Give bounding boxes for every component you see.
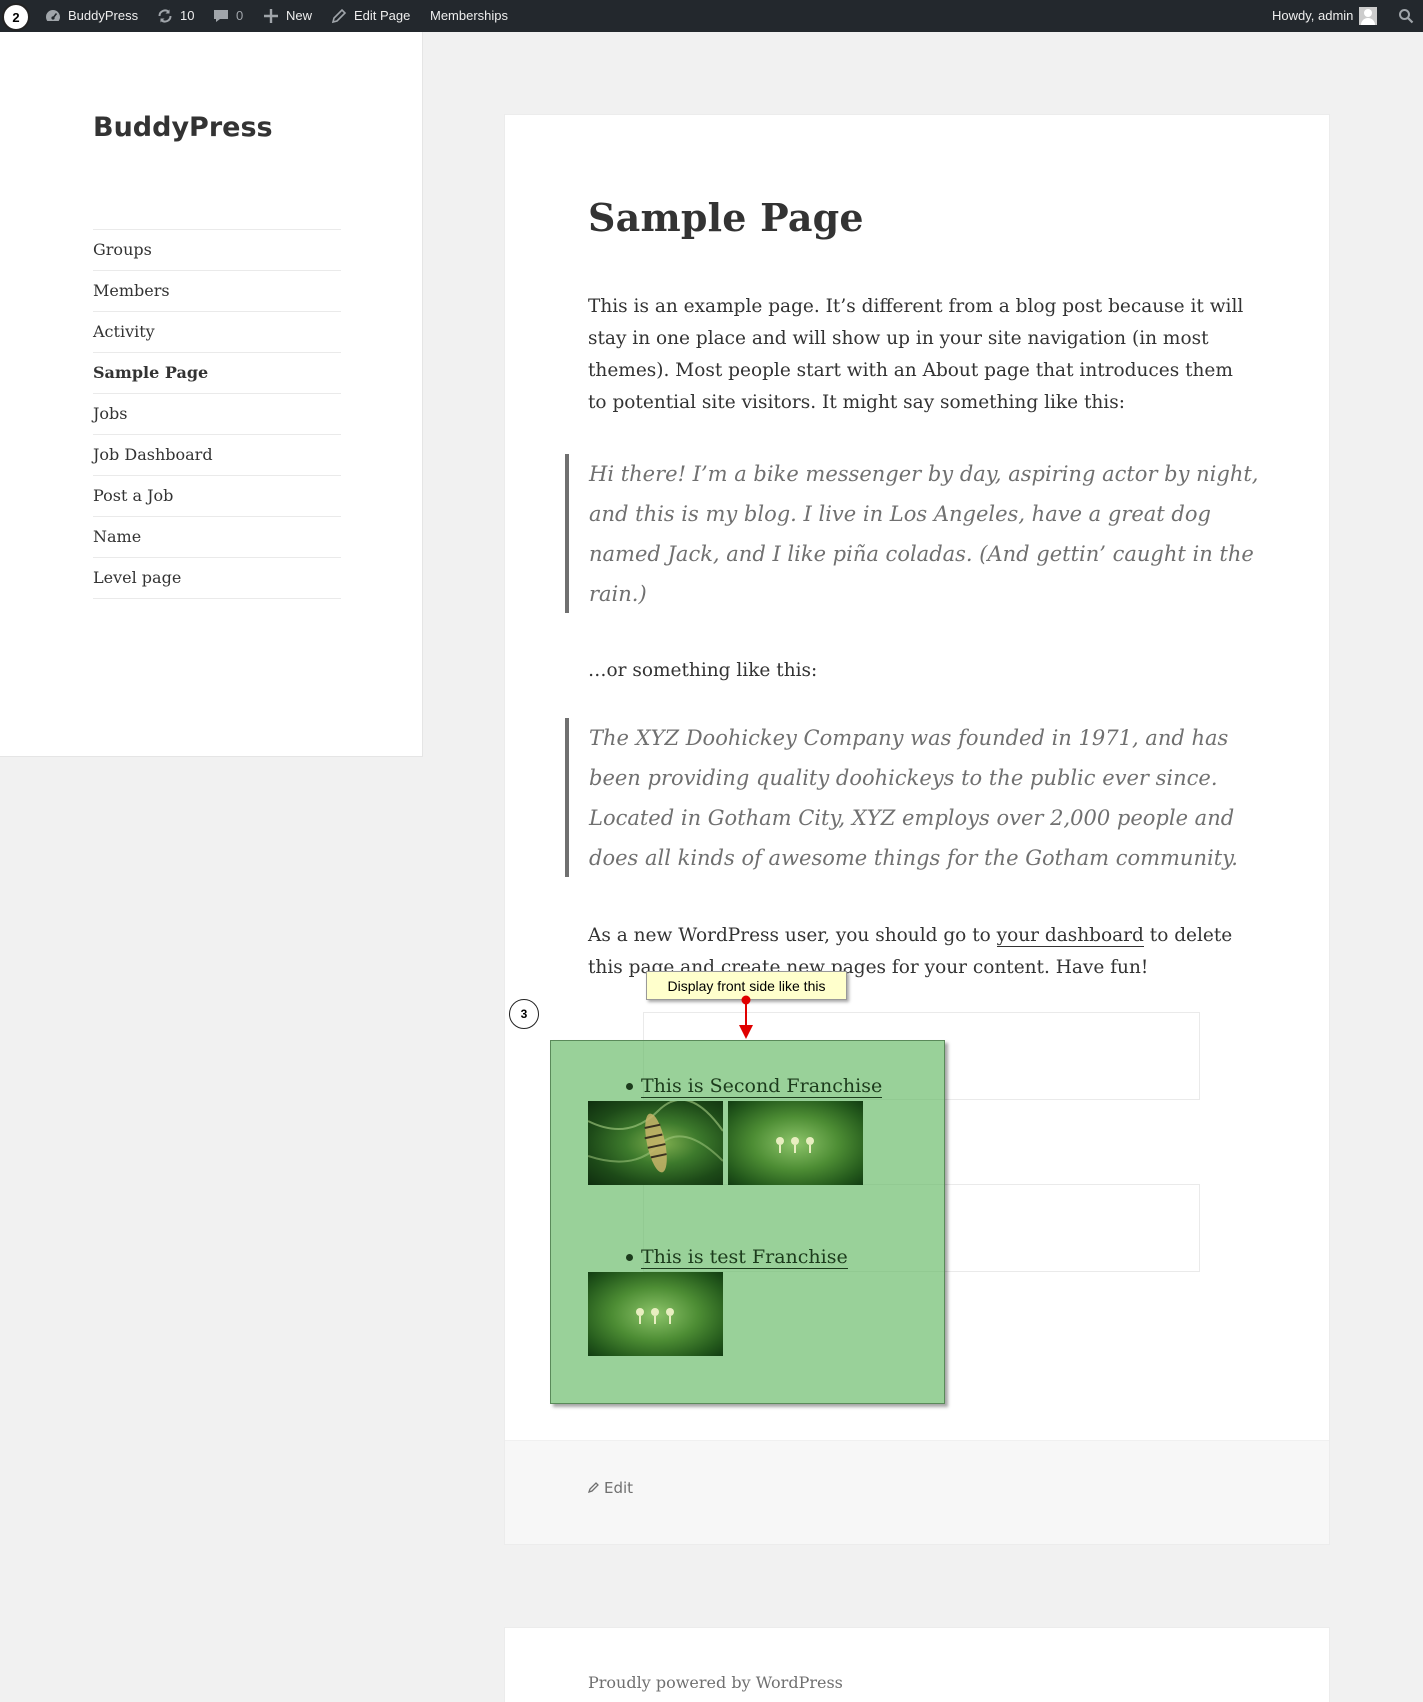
menu-item-post-a-job[interactable]: Post a Job: [93, 476, 341, 517]
intro-paragraph: This is an example page. It’s different …: [588, 296, 1244, 413]
admin-bar-site-menu[interactable]: BuddyPress: [44, 0, 138, 32]
annotation-arrow-icon: [739, 995, 753, 1039]
admin-bar-memberships-label: Memberships: [430, 8, 509, 23]
powered-by-link[interactable]: Proudly powered by WordPress: [588, 1673, 843, 1692]
menu-item-name[interactable]: Name: [93, 517, 341, 558]
page-title: Sample Page: [588, 195, 864, 240]
step-marker-badge: 2: [2, 3, 30, 31]
admin-bar-comments[interactable]: 0: [212, 0, 243, 32]
search-icon: [1397, 7, 1415, 25]
admin-bar-updates[interactable]: 10: [156, 0, 194, 32]
menu-item-jobs[interactable]: Jobs: [93, 394, 341, 435]
comments-count: 0: [236, 8, 244, 23]
dashboard-link[interactable]: your dashboard: [996, 925, 1144, 947]
blockquote-bike-messenger: Hi there! I’m a bike messenger by day, a…: [565, 454, 1265, 613]
admin-bar-search[interactable]: [1397, 0, 1415, 32]
franchise-link[interactable]: This is test Franchise: [641, 1246, 848, 1269]
edit-link-label: Edit: [604, 1479, 634, 1497]
menu-item-sample-page[interactable]: Sample Page: [93, 353, 341, 394]
site-title[interactable]: BuddyPress: [93, 112, 273, 143]
admin-bar-edit-page[interactable]: Edit Page: [330, 0, 410, 32]
menu-item-groups[interactable]: Groups: [93, 230, 341, 271]
franchise-link[interactable]: This is Second Franchise: [641, 1075, 883, 1098]
admin-bar: 2 BuddyPress 10 0 New Edit Page Membersh…: [0, 0, 1423, 32]
franchise-thumbnail-image[interactable]: [588, 1272, 723, 1356]
bullet: [626, 1254, 633, 1261]
avatar: [1359, 7, 1378, 25]
dashboard-gauge-icon: [44, 7, 62, 25]
updates-refresh-icon: [156, 7, 174, 25]
menu-item-job-dashboard[interactable]: Job Dashboard: [93, 435, 341, 476]
admin-bar-my-account[interactable]: Howdy, admin: [1272, 0, 1378, 32]
menu-item-members[interactable]: Members: [93, 271, 341, 312]
franchise-list-item: This is Second Franchise: [626, 1075, 883, 1098]
comment-bubble-icon: [212, 7, 230, 25]
admin-bar-site-name: BuddyPress: [68, 8, 139, 23]
pencil-icon: [330, 7, 348, 25]
admin-bar-greeting: Howdy, admin: [1272, 8, 1354, 23]
franchise-list-item: This is test Franchise: [626, 1246, 848, 1269]
plus-icon: [262, 7, 280, 25]
blockquote-xyz-company: The XYZ Doohickey Company was founded in…: [565, 718, 1265, 877]
admin-bar-memberships[interactable]: Memberships: [430, 0, 508, 32]
edit-link[interactable]: Edit: [587, 1479, 634, 1497]
updates-count: 10: [180, 8, 195, 23]
admin-bar-new-label: New: [286, 8, 313, 23]
main-navigation: Groups Members Activity Sample Page Jobs…: [93, 229, 341, 599]
or-something-paragraph: …or something like this:: [588, 660, 818, 681]
franchise-thumbnail-image[interactable]: [588, 1101, 723, 1185]
entry-footer: Edit: [505, 1440, 1329, 1544]
bullet: [626, 1083, 633, 1090]
franchise-thumbnail-image[interactable]: [728, 1101, 863, 1185]
outro-text-before: As a new WordPress user, you should go t…: [588, 925, 997, 946]
pencil-icon: [587, 1479, 600, 1497]
menu-item-level-page[interactable]: Level page: [93, 558, 341, 599]
sidebar: BuddyPress Groups Members Activity Sampl…: [0, 32, 423, 757]
franchise-preview-overlay: This is Second Franchise This is test Fr…: [550, 1040, 945, 1404]
admin-bar-edit-page-label: Edit Page: [354, 8, 411, 23]
site-footer: Proudly powered by WordPress: [504, 1627, 1330, 1702]
menu-item-activity[interactable]: Activity: [93, 312, 341, 353]
step-marker-badge: 3: [509, 999, 539, 1029]
admin-bar-new[interactable]: New: [262, 0, 312, 32]
